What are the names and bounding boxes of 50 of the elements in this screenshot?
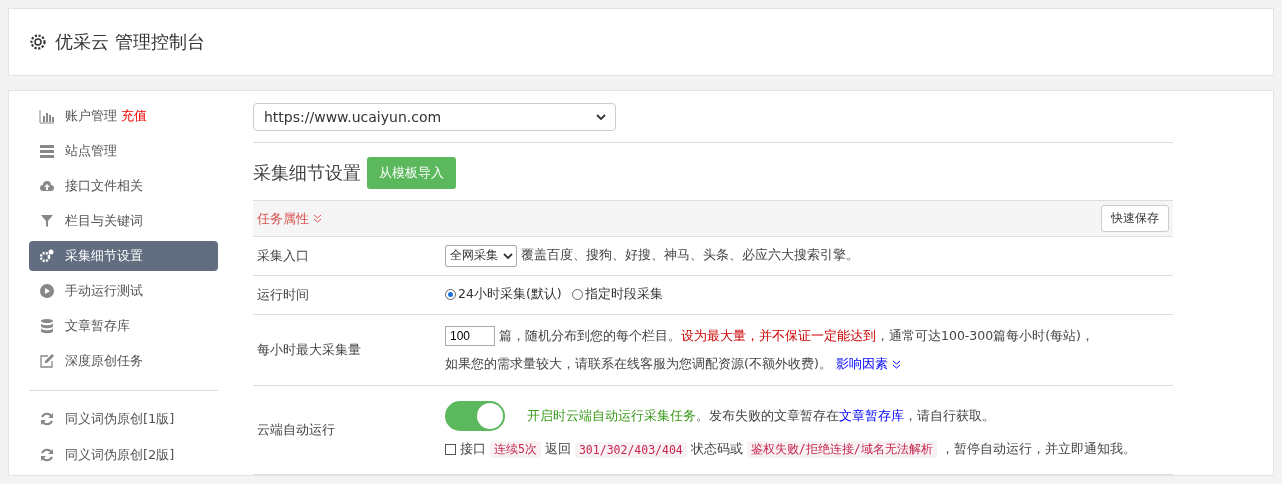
notify-text: 接口 (460, 441, 486, 459)
row-label: 每小时最大采集量 (257, 341, 361, 359)
chevron-down-icon (502, 250, 514, 262)
engines-note: 覆盖百度、搜狗、好搜、神马、头条、必应六大搜索引擎。 (521, 247, 859, 265)
toggle-switch[interactable] (445, 401, 505, 432)
sidebar-item[interactable]: 同义词伪原创[1版] (29, 404, 218, 434)
amount-input[interactable]: 100 (445, 326, 495, 347)
sidebar-item[interactable]: 手动运行测试 (29, 276, 218, 306)
refresh-icon (39, 411, 55, 428)
sidebar-item[interactable]: 采集细节设置 (29, 241, 218, 271)
factors-link[interactable]: 影响因素 (835, 356, 888, 374)
sidebar-item[interactable]: 深度原创任务 (29, 346, 218, 376)
section-title: 采集细节设置 (253, 161, 361, 186)
sidebar-item[interactable]: 接口文件相关 (29, 171, 218, 201)
play-icon (39, 283, 55, 300)
sidebar-item[interactable]: 站点管理 (29, 136, 218, 166)
code-tag: 连续5次 (490, 441, 541, 459)
site-select[interactable]: https://www.ucaiyun.com (253, 103, 616, 132)
sidebar-item[interactable]: 文章暂存库 (29, 311, 218, 341)
contact-note: 如果您的需求量较大，请联系在线客服为您调配资源(不额外收费)。 (445, 356, 832, 374)
panel-title[interactable]: 任务属性 (257, 209, 322, 228)
double-chevron-icon (313, 213, 322, 224)
sidebar-item[interactable]: 同义词伪原创[2版] (29, 439, 218, 470)
sidebar-item[interactable]: 栏目与关键词 (29, 206, 218, 236)
entry-select[interactable]: 全网采集 (445, 245, 517, 267)
settings-icon (29, 33, 47, 51)
notify-text: 状态码或 (690, 441, 743, 459)
edit-icon (39, 353, 55, 370)
notify-text: 返回 (544, 441, 571, 459)
radio-option[interactable]: 指定时段采集 (571, 286, 663, 304)
filter-icon (39, 212, 55, 229)
server-icon (39, 142, 55, 159)
quick-save-button[interactable]: 快速保存 (1101, 205, 1169, 233)
storage-link[interactable]: 文章暂存库 (839, 408, 904, 423)
database-icon (39, 318, 55, 335)
bar-chart-icon (39, 107, 55, 124)
code-tag: 301/302/403/404 (574, 442, 687, 458)
sidebar-item[interactable]: 账户管理 充值 (29, 101, 218, 131)
notify-checkbox[interactable] (445, 444, 456, 456)
row-label: 云端自动运行 (257, 421, 335, 439)
code-tag: 鉴权失败/拒绝连接/域名无法解析 (746, 441, 937, 459)
double-chevron-icon (891, 360, 901, 370)
app-title: 优采云 管理控制台 (55, 30, 205, 54)
cloud-run-description: 开启时云端自动运行采集任务。发布失败的文章暂存在文章暂存库，请自行获取。 (527, 408, 995, 425)
row-label: 采集入口 (257, 247, 309, 265)
amount-description: 篇，随机分布到您的每个栏目。设为最大量，并不保证一定能达到，通常可达100-300篇每小时(每站)， (499, 328, 1094, 345)
radio-option[interactable]: 24小时采集(默认) (445, 286, 562, 304)
refresh-icon (39, 446, 55, 463)
notify-text: ，暂停自动运行，并立即通知我。 (940, 441, 1136, 459)
row-label: 运行时间 (257, 286, 309, 304)
